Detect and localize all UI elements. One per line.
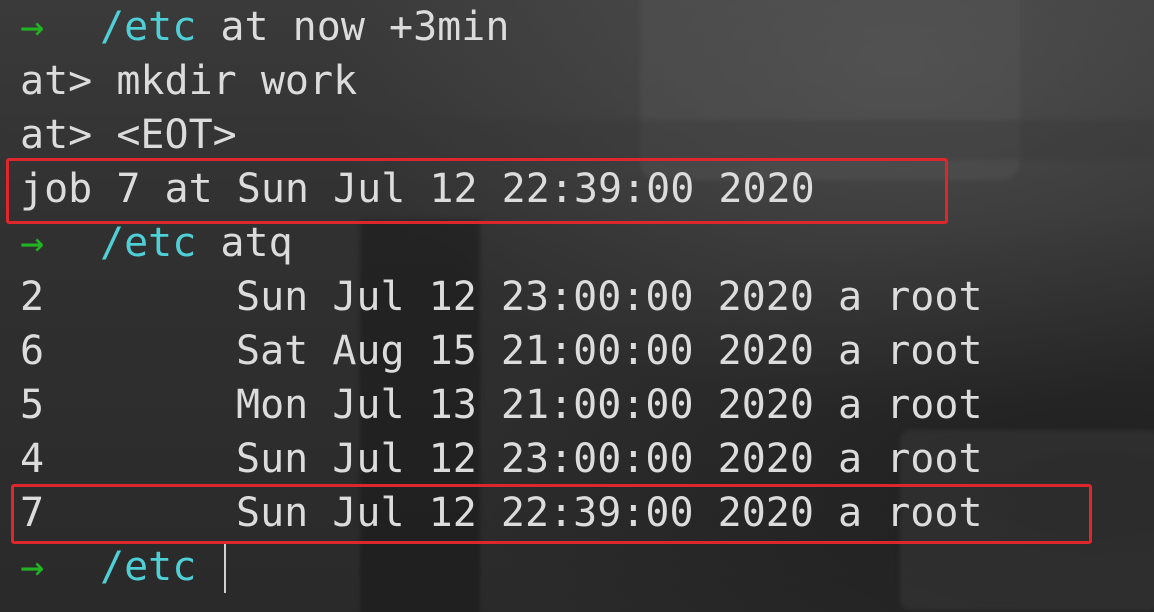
prompt-cwd: /etc [100, 4, 197, 50]
command-text: at now +3min [220, 4, 510, 50]
output-line: at> mkdir work [20, 54, 983, 108]
prompt-arrow-icon: → [20, 4, 45, 50]
prompt-arrow-icon: → [20, 544, 45, 590]
prompt-line: → /etc atq [20, 216, 983, 270]
at-eot-line: at> <EOT> [20, 112, 237, 158]
queue-row: 6 Sat Aug 15 21:00:00 2020 a root [20, 324, 983, 378]
at-input-line: at> mkdir work [20, 58, 358, 104]
job-created-message: job 7 at Sun Jul 12 22:39:00 2020 [20, 166, 815, 212]
terminal-window[interactable]: → /etc at now +3min at> mkdir work at> <E… [0, 0, 1154, 612]
output-line: at> <EOT> [20, 108, 983, 162]
text-cursor [224, 541, 227, 593]
queue-row: 2 Sun Jul 12 23:00:00 2020 a root [20, 270, 983, 324]
prompt-arrow-icon: → [20, 220, 45, 266]
queue-row: 7 Sun Jul 12 22:39:00 2020 a root [20, 486, 983, 540]
job-id: 6 [20, 328, 45, 374]
terminal-output: → /etc at now +3min at> mkdir work at> <E… [20, 0, 983, 594]
output-line: job 7 at Sun Jul 12 22:39:00 2020 [20, 162, 983, 216]
job-info: Sun Jul 12 23:00:00 2020 a root [236, 436, 983, 482]
queue-row: 4 Sun Jul 12 23:00:00 2020 a root [20, 432, 983, 486]
job-id: 4 [20, 436, 45, 482]
command-text: atq [220, 220, 293, 266]
prompt-line[interactable]: → /etc [20, 540, 983, 594]
job-info: Sat Aug 15 21:00:00 2020 a root [236, 328, 983, 374]
job-id: 2 [20, 274, 45, 320]
job-info: Sun Jul 12 23:00:00 2020 a root [236, 274, 983, 320]
prompt-line: → /etc at now +3min [20, 0, 983, 54]
job-info: Mon Jul 13 21:00:00 2020 a root [236, 382, 983, 428]
job-info: Sun Jul 12 22:39:00 2020 a root [236, 490, 983, 536]
queue-row: 5 Mon Jul 13 21:00:00 2020 a root [20, 378, 983, 432]
job-id: 5 [20, 382, 45, 428]
job-id: 7 [20, 490, 45, 536]
prompt-cwd: /etc [100, 544, 197, 590]
prompt-cwd: /etc [100, 220, 197, 266]
